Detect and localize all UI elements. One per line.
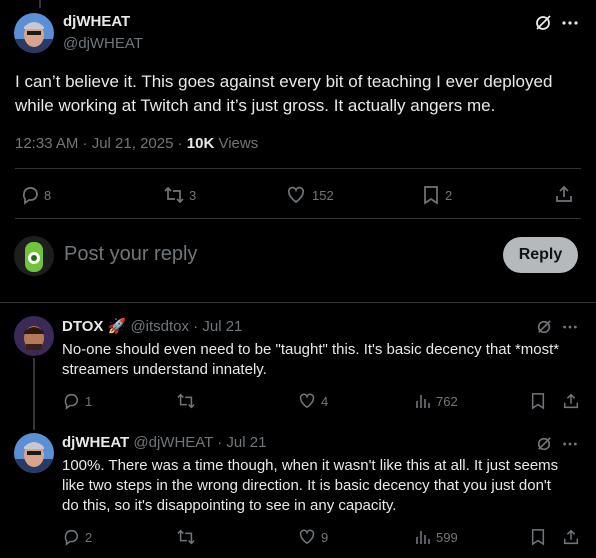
more-options-icon[interactable] — [562, 436, 578, 452]
reply-icon — [64, 393, 78, 410]
like-action[interactable]: 4 — [298, 392, 328, 410]
repost-action[interactable]: 3 — [163, 185, 196, 205]
heart-icon — [299, 529, 315, 545]
grok-icon[interactable] — [536, 319, 552, 335]
like-count: 9 — [321, 529, 329, 545]
post-action-bar: 8 3 152 2 — [20, 184, 580, 206]
reply-header: djWHEAT @djWHEAT · Jul 21 — [62, 434, 266, 451]
bookmark-icon[interactable] — [530, 392, 546, 415]
reply-time[interactable]: · Jul 21 — [217, 434, 266, 451]
views-label: Views — [214, 135, 259, 152]
views-action[interactable]: 762 — [414, 392, 458, 410]
reply-author-name[interactable]: DTOX — [62, 318, 103, 335]
reply-text-line: No-one should even need to be "taught" t… — [62, 341, 560, 358]
reply-text-line: do this, so it's disappointing to see in… — [62, 497, 397, 514]
reply-text: 100%. There was a time though, when it w… — [62, 456, 594, 516]
post-timestamp[interactable]: 12:33 AM · Jul 21, 2025 · — [15, 135, 187, 152]
reply-count: 1 — [85, 393, 93, 409]
heart-icon — [287, 186, 305, 204]
like-count: 4 — [321, 393, 329, 409]
bookmark-count: 2 — [445, 187, 453, 203]
bookmark-icon — [424, 186, 438, 205]
post-text-line: while working at Twitch and it’s just gr… — [15, 96, 496, 115]
avatar-dtox[interactable] — [14, 316, 54, 356]
post-text-line: I can’t believe it. This goes against ev… — [15, 72, 553, 91]
thread-connector-top — [39, 0, 41, 8]
reply-author-name[interactable]: djWHEAT — [62, 434, 129, 451]
views-action[interactable]: 599 — [414, 528, 458, 546]
divider — [15, 168, 581, 169]
divider — [15, 218, 581, 219]
reply-button[interactable]: Reply — [503, 237, 578, 273]
repost-icon[interactable] — [176, 528, 196, 551]
share-icon[interactable] — [562, 528, 580, 551]
more-options-icon[interactable] — [562, 319, 578, 335]
reply-action[interactable]: 8 — [20, 185, 51, 205]
analytics-icon — [416, 395, 430, 408]
reply-icon — [22, 187, 38, 205]
repost-icon[interactable] — [176, 392, 196, 415]
like-action[interactable]: 152 — [286, 185, 334, 205]
thread-connector — [33, 358, 35, 430]
reply-author-handle[interactable]: @itsdtox — [130, 318, 189, 335]
bookmark-icon[interactable] — [530, 528, 546, 551]
share-icon[interactable] — [554, 184, 574, 204]
analytics-icon — [416, 531, 430, 544]
reply-count: 8 — [44, 187, 52, 203]
post-metadata: 12:33 AM · Jul 21, 2025 · 10K Views — [15, 135, 258, 152]
reply-text-line: streamers understand innately. — [62, 361, 267, 378]
more-options-icon[interactable] — [561, 14, 579, 32]
reply-text-line: 100%. There was a time though, when it w… — [62, 457, 559, 474]
reply-text: No-one should even need to be "taught" t… — [62, 340, 592, 380]
reply-text-line: like two steps in the wrong direction. I… — [62, 477, 551, 494]
view-count: 762 — [436, 393, 458, 409]
reply-time[interactable]: · Jul 21 — [193, 318, 242, 335]
bookmark-action[interactable]: 2 — [422, 185, 452, 205]
reply-action-bar: 2 9 599 — [62, 528, 582, 548]
reply-header: DTOX 🚀 @itsdtox · Jul 21 — [62, 317, 242, 335]
views-count: 10K — [186, 135, 215, 152]
reply-action[interactable]: 1 — [62, 392, 92, 410]
post-text: I can’t believe it. This goes against ev… — [15, 70, 590, 118]
post-author-name[interactable]: djWHEAT — [63, 13, 130, 30]
reply-count: 2 — [85, 529, 93, 545]
reply-author-handle[interactable]: @djWHEAT — [133, 434, 213, 451]
grok-icon[interactable] — [534, 14, 552, 32]
share-icon[interactable] — [562, 392, 580, 415]
reply-action[interactable]: 2 — [62, 528, 92, 546]
post-author-handle[interactable]: @djWHEAT — [63, 35, 143, 52]
avatar-djwheat[interactable] — [14, 13, 54, 53]
avatar-djwheat[interactable] — [14, 433, 54, 473]
view-count: 599 — [436, 529, 458, 545]
rocket-emoji: 🚀 — [107, 318, 127, 335]
reply-action-bar: 1 4 762 — [62, 392, 582, 412]
current-user-avatar[interactable] — [14, 236, 54, 276]
reply-input[interactable]: Post your reply — [64, 243, 197, 266]
like-count: 152 — [312, 187, 334, 203]
repost-icon — [164, 186, 184, 204]
repost-count: 3 — [189, 187, 197, 203]
like-action[interactable]: 9 — [298, 528, 328, 546]
divider — [0, 302, 596, 303]
heart-icon — [299, 393, 315, 409]
reply-icon — [64, 529, 78, 546]
grok-icon[interactable] — [536, 436, 552, 452]
